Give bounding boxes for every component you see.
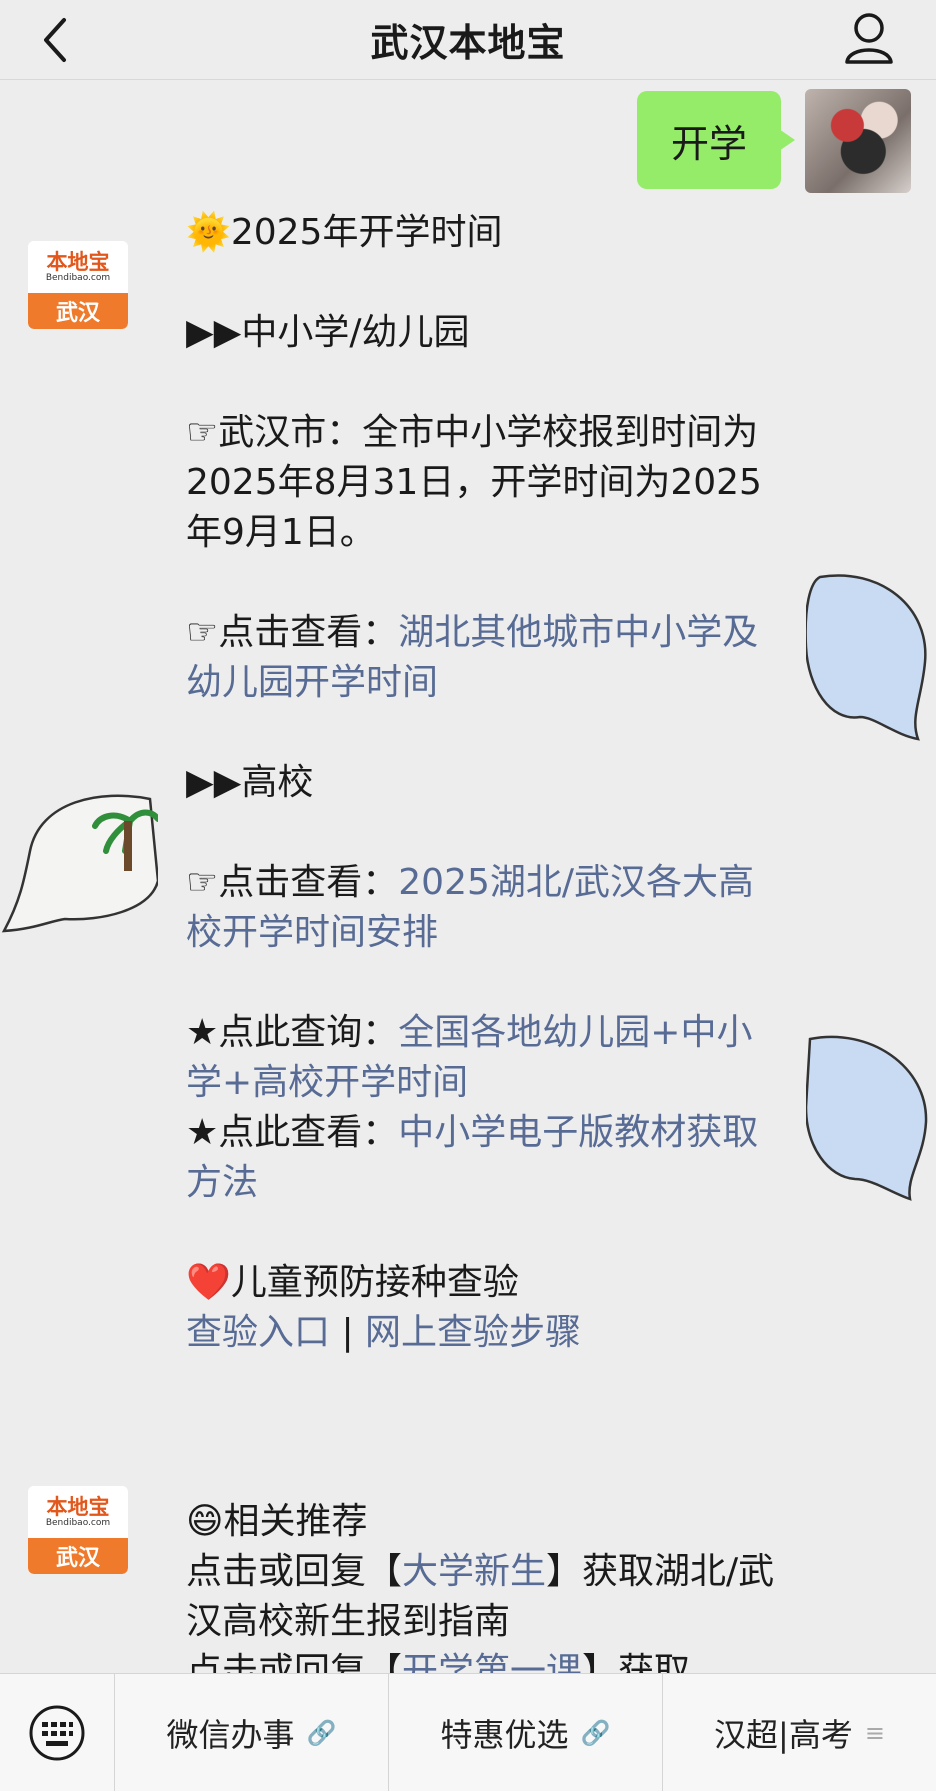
vaccination-title: ❤️儿童预防接种查验 <box>186 1262 519 1303</box>
recommend-title: 😄相关推荐 <box>186 1501 368 1542</box>
national-link-line: ★点此查询：全国各地幼儿园+中小学+高校开学时间 <box>186 1012 753 1103</box>
vaccination-links: 查验入口 | 网上查验步骤 <box>186 1312 582 1353</box>
speech-bubble-decoration <box>1 794 160 933</box>
link-icon: 🔗 <box>580 1718 611 1747</box>
speech-bubble-decoration <box>804 574 927 741</box>
chat-area[interactable]: 开学 本地宝 Bendibao.com 武汉 🌞2025年开学时间 ▶▶中小学/… <box>0 81 936 1673</box>
textbook-link-line: ★点此查看：中小学电子版教材获取方法 <box>186 1112 759 1203</box>
start-date-heading: 🌞2025年开学时间 <box>186 212 503 253</box>
list-icon: ≡ <box>864 1718 885 1747</box>
chat-title: 武汉本地宝 <box>370 21 566 65</box>
back-arrow-icon[interactable] <box>36 14 76 66</box>
speech-bubble-decoration <box>804 1035 928 1201</box>
incoming-message: 🌞2025年开学时间 ▶▶中小学/幼儿园 ☞武汉市：全市中小学校报到时间为202… <box>158 208 806 1353</box>
account-avatar[interactable]: 本地宝 Bendibao.com 武汉 <box>28 1486 128 1574</box>
top-bar: 武汉本地宝 <box>0 0 936 80</box>
wuhan-schedule-text: ☞武汉市：全市中小学校报到时间为2025年8月31日，开学时间为2025年9月1… <box>186 412 762 553</box>
university-link-line: ☞点击查看：2025湖北/武汉各大高校开学时间安排 <box>186 862 755 953</box>
avatar-domain-text: Bendibao.com <box>45 1518 111 1528</box>
bottom-menu-bar: 微信办事 🔗 特惠优选 🔗 汉超|高考 ≡ <box>0 1673 936 1791</box>
first-class-link[interactable]: 开学第一课 <box>402 1651 582 1673</box>
avatar-brand-text: 本地宝 <box>46 1495 110 1519</box>
outgoing-message-bubble[interactable]: 开学 <box>637 91 795 189</box>
avatar-brand-text: 本地宝 <box>46 250 110 274</box>
hubei-link-line: ☞点击查看：湖北其他城市中小学及幼儿园开学时间 <box>186 612 759 703</box>
my-avatar[interactable] <box>805 89 911 193</box>
section-primary-school: ▶▶中小学/幼儿园 <box>186 312 470 353</box>
freshman-line: 点击或回复【大学新生】获取湖北/武汉高校新生报到指南 <box>186 1551 775 1642</box>
incoming-message: 😄相关推荐 点击或回复【大学新生】获取湖北/武汉高校新生报到指南 点击或回复【开… <box>158 1497 806 1673</box>
first-class-line: 点击或回复【开学第一课】获取 <box>186 1647 780 1673</box>
link-icon: 🔗 <box>306 1718 337 1747</box>
keyboard-icon <box>29 1705 85 1760</box>
menu-item-deals[interactable]: 特惠优选 🔗 <box>389 1674 663 1791</box>
freshman-link[interactable]: 大学新生 <box>402 1551 546 1592</box>
keyboard-toggle-button[interactable] <box>0 1674 115 1791</box>
vaccination-entry-link[interactable]: 查验入口 <box>186 1312 330 1353</box>
menu-item-supermarket-exam[interactable]: 汉超|高考 ≡ <box>663 1674 936 1791</box>
user-profile-icon[interactable] <box>842 8 896 68</box>
menu-item-wechat-services[interactable]: 微信办事 🔗 <box>115 1674 389 1791</box>
avatar-city-text: 武汉 <box>28 293 128 329</box>
avatar-domain-text: Bendibao.com <box>45 273 111 283</box>
vaccination-steps-link[interactable]: 网上查验步骤 <box>365 1312 581 1353</box>
avatar-city-text: 武汉 <box>28 1538 128 1574</box>
outgoing-message-text: 开学 <box>670 121 747 166</box>
section-university: ▶▶高校 <box>186 762 314 803</box>
account-avatar[interactable]: 本地宝 Bendibao.com 武汉 <box>28 241 128 329</box>
